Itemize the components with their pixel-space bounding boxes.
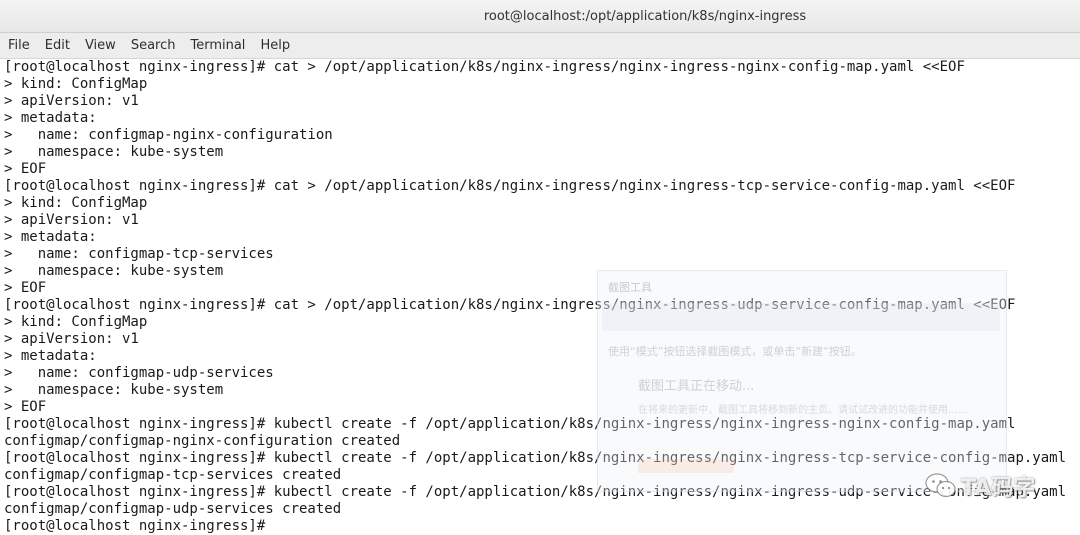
window-title: root@localhost:/opt/application/k8s/ngin… (483, 8, 807, 24)
terminal-line: > metadata: (4, 348, 97, 364)
terminal-line: [root@localhost nginx-ingress]# kubectl … (4, 416, 1016, 432)
terminal-output[interactable]: [root@localhost nginx-ingress]# cat > /o… (0, 59, 1080, 535)
menu-help[interactable]: Help (252, 38, 297, 53)
terminal-line: > apiVersion: v1 (4, 212, 139, 228)
menu-bar: File Edit View Search Terminal Help (0, 33, 1080, 59)
window-titlebar[interactable]: root@localhost:/opt/application/k8s/ngin… (0, 0, 1080, 33)
terminal-line: > name: configmap-tcp-services (4, 246, 274, 262)
terminal-line: configmap/configmap-nginx-configuration … (4, 433, 401, 449)
terminal-line: > namespace: kube-system (4, 144, 224, 160)
terminal-line: > kind: ConfigMap (4, 314, 148, 330)
terminal-line: > metadata: (4, 229, 97, 245)
terminal-line: > metadata: (4, 110, 97, 126)
menu-file[interactable]: File (0, 38, 37, 53)
terminal-line: > EOF (4, 399, 47, 415)
terminal-line: > apiVersion: v1 (4, 93, 139, 109)
terminal-line: > namespace: kube-system (4, 382, 224, 398)
terminal-line: [root@localhost nginx-ingress]# cat > /o… (4, 178, 1016, 194)
terminal-line: > kind: ConfigMap (4, 195, 148, 211)
menu-edit[interactable]: Edit (37, 38, 77, 53)
terminal-line: > namespace: kube-system (4, 263, 224, 279)
terminal-line: > name: configmap-nginx-configuration (4, 127, 333, 143)
terminal-line: > name: configmap-udp-services (4, 365, 274, 381)
terminal-line: [root@localhost nginx-ingress]# cat > /o… (4, 297, 1016, 313)
terminal-line: configmap/configmap-tcp-services created (4, 467, 342, 483)
terminal-line: [root@localhost nginx-ingress]# kubectl … (4, 450, 1067, 466)
terminal-line: > EOF (4, 161, 47, 177)
menu-search[interactable]: Search (123, 38, 183, 53)
menu-view[interactable]: View (77, 38, 123, 53)
terminal-line: configmap/configmap-udp-services created (4, 501, 342, 517)
terminal-line: [root@localhost nginx-ingress]# cat > /o… (4, 59, 965, 75)
menu-terminal[interactable]: Terminal (182, 38, 252, 53)
terminal-line: [root@localhost nginx-ingress]# kubectl … (4, 484, 1067, 500)
terminal-line: > apiVersion: v1 (4, 331, 139, 347)
terminal-line: > kind: ConfigMap (4, 76, 148, 92)
terminal-prompt: [root@localhost nginx-ingress]# (4, 518, 274, 534)
terminal-line: > EOF (4, 280, 47, 296)
